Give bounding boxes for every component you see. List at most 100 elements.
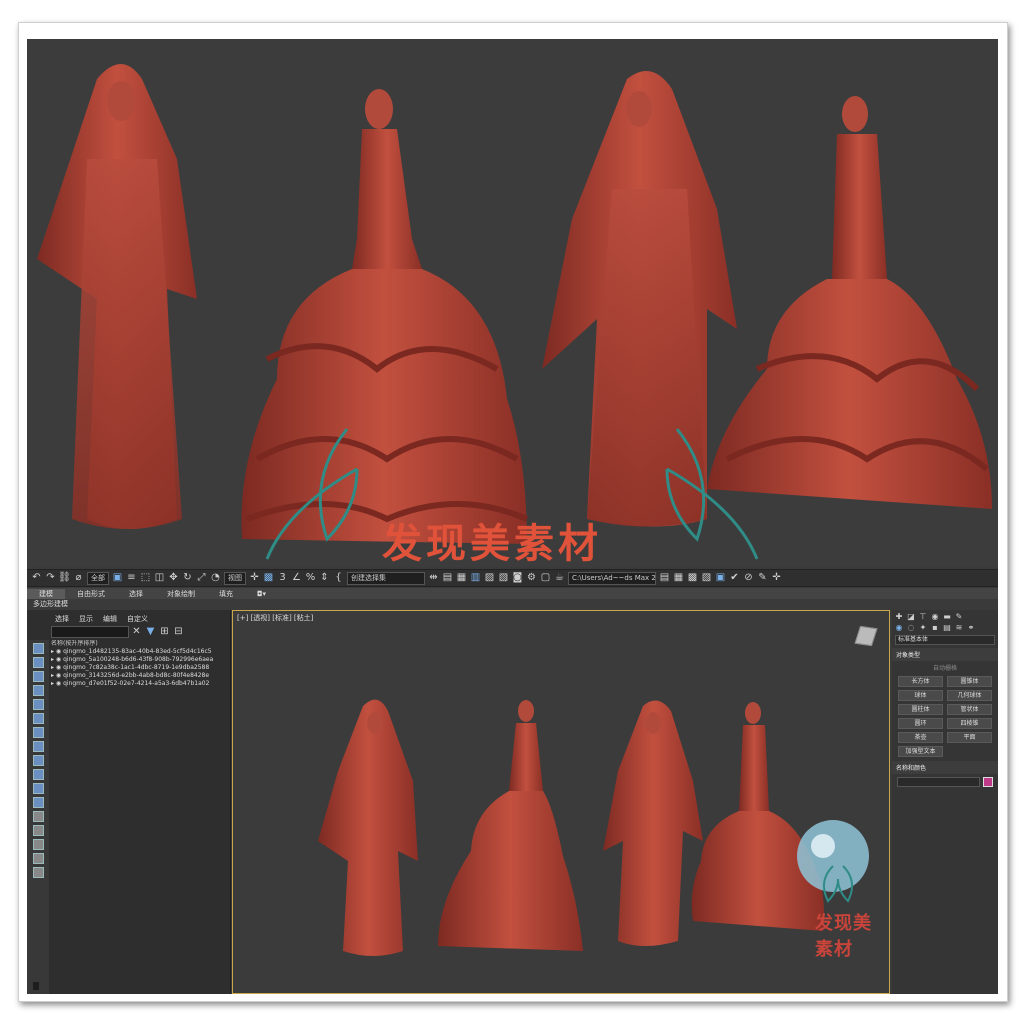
link-icon[interactable]: ⛓: [58, 573, 71, 584]
redo-icon[interactable]: ↷: [45, 573, 56, 584]
filter-xrefs-icon[interactable]: [32, 741, 44, 752]
align-icon[interactable]: ▤: [442, 573, 453, 584]
list-item[interactable]: ▸ ◉ qingmo_d7e01f52-02e7-4214-a5a3-6db47…: [51, 680, 229, 688]
mirror-icon[interactable]: ⇹: [428, 573, 439, 584]
filter-all-icon[interactable]: [32, 811, 44, 822]
scene-open-icon[interactable]: ▦: [673, 573, 684, 584]
explorer-search-input[interactable]: [51, 626, 129, 638]
snap-3d-icon[interactable]: 3: [277, 573, 288, 584]
render-icon[interactable]: ☕: [554, 573, 565, 584]
toggle-ribbon-icon[interactable]: ▥: [470, 573, 481, 584]
angle-snap-icon[interactable]: ∠: [291, 573, 302, 584]
utilities-tab-icon[interactable]: ✎: [955, 612, 963, 621]
hierarchy-icon[interactable]: ⊞: [159, 626, 170, 637]
select-manipulate-icon[interactable]: ▩: [263, 573, 274, 584]
filter-none-icon[interactable]: [32, 825, 44, 836]
funnel-icon[interactable]: [32, 867, 44, 878]
filter-geometry-icon[interactable]: [32, 643, 44, 654]
object-color-swatch[interactable]: [983, 777, 993, 787]
filter-helpers-icon[interactable]: [32, 699, 44, 710]
render-frame-icon[interactable]: ▢: [540, 573, 551, 584]
explorer-scroll-arrow[interactable]: [33, 982, 39, 990]
filter-spacewarps-icon[interactable]: [32, 713, 44, 724]
modify-tab-icon[interactable]: ◪: [907, 612, 915, 621]
ribbon-sub-label[interactable]: 多边形建模: [27, 599, 998, 609]
filter-bones-icon[interactable]: [32, 755, 44, 766]
systems-icon[interactable]: ⚭: [967, 623, 975, 632]
scene-save-icon[interactable]: ▩: [687, 573, 698, 584]
move-icon[interactable]: ✥: [168, 573, 179, 584]
perspective-viewport[interactable]: [+] [透视] [标准] [粘土] 发现美素材: [232, 610, 890, 994]
tube-button[interactable]: 管状体: [947, 704, 992, 715]
motion-tab-icon[interactable]: ◉: [931, 612, 939, 621]
edit-named-sets-icon[interactable]: {: [333, 573, 344, 584]
scale-icon[interactable]: ⤢: [196, 573, 207, 584]
lights-icon[interactable]: ✦: [919, 623, 927, 632]
selection-filter-dropdown[interactable]: 全部: [87, 571, 109, 585]
teapot-button[interactable]: 茶壶: [898, 732, 943, 743]
hierarchy-tab-icon[interactable]: ⊤: [919, 612, 927, 621]
geometry-icon[interactable]: ◉: [895, 623, 903, 632]
curve-editor-icon[interactable]: ▨: [484, 573, 495, 584]
explorer-menu-edit[interactable]: 编辑: [103, 614, 117, 624]
project-path-field[interactable]: C:\Users\Ad~~ds Max 2024: [568, 571, 656, 585]
tab-modeling[interactable]: 建模: [27, 588, 65, 599]
list-item[interactable]: ▸ ◉ qingmo_3143256d-e2bb-4ab8-bd8c-80f4e…: [51, 672, 229, 680]
rollout-name-color[interactable]: 名称和颜色: [892, 761, 998, 774]
selection-set-dropdown[interactable]: 创建选择集: [347, 571, 425, 585]
tab-selection[interactable]: 选择: [117, 589, 155, 599]
explorer-column-header[interactable]: 名称(按升序排序): [51, 640, 229, 648]
rotate-icon[interactable]: ↻: [182, 573, 193, 584]
render-setup-icon[interactable]: ⚙: [526, 573, 537, 584]
textplus-button[interactable]: 加强型文本: [898, 746, 943, 757]
pyramid-button[interactable]: 四棱锥: [947, 718, 992, 729]
pivot-icon[interactable]: ✛: [249, 573, 260, 584]
filter-lights-icon[interactable]: [32, 671, 44, 682]
extra-tool-icon[interactable]: ▧: [701, 573, 712, 584]
display-tab-icon[interactable]: ▬: [943, 612, 951, 621]
shapes-icon[interactable]: ◌: [907, 623, 915, 632]
check-icon[interactable]: ✔: [729, 573, 740, 584]
window-crossing-icon[interactable]: ◫: [154, 573, 165, 584]
explorer-menu-display[interactable]: 显示: [79, 614, 93, 624]
select-object-icon[interactable]: ▣: [112, 573, 123, 584]
tab-object-paint[interactable]: 对象绘制: [155, 589, 207, 599]
unlink-icon[interactable]: ⌀: [73, 573, 84, 584]
cylinder-button[interactable]: 圆柱体: [898, 704, 943, 715]
schematic-icon[interactable]: ▧: [498, 573, 509, 584]
undo-icon[interactable]: ↶: [31, 573, 42, 584]
spinner-snap-icon[interactable]: ⇕: [319, 573, 330, 584]
cancel-icon[interactable]: ⊘: [743, 573, 754, 584]
filter-hidden-icon[interactable]: [32, 797, 44, 808]
object-name-input[interactable]: [897, 777, 980, 787]
rollout-object-type[interactable]: 对象类型: [892, 648, 998, 661]
select-by-name-icon[interactable]: ≡: [126, 573, 137, 584]
primitive-category-dropdown[interactable]: 标准基本体: [895, 635, 995, 645]
cameras-icon[interactable]: ▪: [931, 623, 939, 632]
autogrid-checkbox[interactable]: 自动栅格: [892, 661, 998, 674]
tab-freeform[interactable]: 自由形式: [65, 589, 117, 599]
placement-icon[interactable]: ◔: [210, 573, 221, 584]
helpers-icon[interactable]: ▤: [943, 623, 951, 632]
find-icon[interactable]: [32, 853, 44, 864]
clear-search-icon[interactable]: ✕: [131, 626, 142, 637]
ribbon-options-icon[interactable]: ◘▾: [245, 590, 278, 598]
geosphere-button[interactable]: 几何球体: [947, 690, 992, 701]
filter-groups-icon[interactable]: [32, 727, 44, 738]
torus-button[interactable]: 圆环: [898, 718, 943, 729]
spacewarps-icon[interactable]: ≋: [955, 623, 963, 632]
material-editor-icon[interactable]: ◙: [512, 573, 523, 584]
rect-selection-icon[interactable]: ⬚: [140, 573, 151, 584]
list-item[interactable]: ▸ ◉ qingmo_7c82a38c-1ac1-4dbc-8719-1e9db…: [51, 664, 229, 672]
filter-invert-icon[interactable]: [32, 839, 44, 850]
list-item[interactable]: ▸ ◉ qingmo_5a100248-b6d6-43f8-908b-79299…: [51, 656, 229, 664]
list-item[interactable]: ▸ ◉ qingmo_1d482135-83ac-40b4-83ed-5cf5d…: [51, 648, 229, 656]
filter-containers-icon[interactable]: [32, 769, 44, 780]
layer-explorer-icon[interactable]: ▦: [456, 573, 467, 584]
cone-button[interactable]: 圆锥体: [947, 676, 992, 687]
percent-snap-icon[interactable]: %: [305, 573, 316, 584]
transform-gizmo-icon[interactable]: ✛: [771, 573, 782, 584]
plane-button[interactable]: 平面: [947, 732, 992, 743]
sphere-button[interactable]: 球体: [898, 690, 943, 701]
tab-populate[interactable]: 填充: [207, 589, 245, 599]
